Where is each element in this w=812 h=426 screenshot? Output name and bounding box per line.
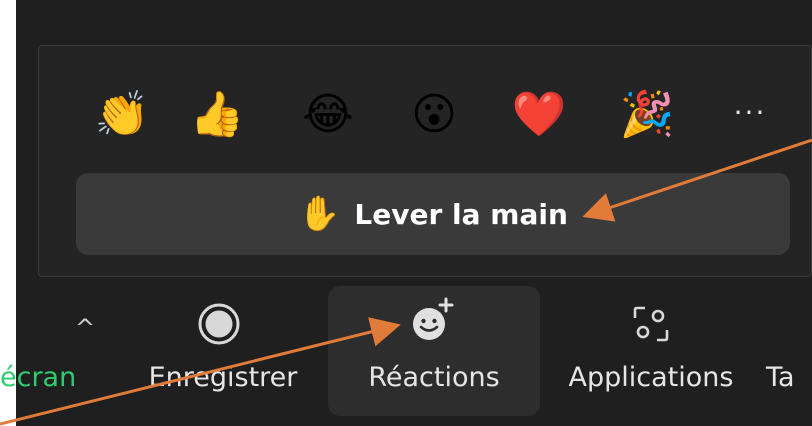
- clap-emoji-button[interactable]: 👏: [88, 80, 156, 148]
- raise-hand-label: Lever la main: [354, 197, 568, 231]
- record-icon: [198, 303, 240, 345]
- party-popper-emoji-button[interactable]: 🎉: [613, 80, 681, 148]
- open-mouth-emoji-button[interactable]: 😮: [400, 80, 468, 148]
- next-toolbar-label-partial[interactable]: Ta: [766, 362, 795, 393]
- raise-hand-button[interactable]: ✋ Lever la main: [76, 173, 790, 255]
- more-reactions-button[interactable]: ···: [728, 94, 772, 130]
- record-button[interactable]: Enregistrer: [140, 288, 306, 416]
- applications-label: Applications: [568, 362, 734, 393]
- tears-of-joy-emoji-button[interactable]: 😂: [294, 80, 362, 148]
- apps-icon: [633, 306, 669, 342]
- raised-hand-icon: ✋: [298, 194, 341, 234]
- heart-emoji-button[interactable]: ❤️: [505, 80, 573, 148]
- chevron-up-icon[interactable]: ^: [73, 316, 97, 340]
- thumbs-up-emoji-button[interactable]: 👍: [183, 80, 251, 148]
- share-screen-label[interactable]: écran: [0, 362, 76, 393]
- applications-button[interactable]: Applications: [556, 288, 746, 416]
- smiley-plus-icon: [413, 297, 454, 340]
- reactions-button[interactable]: Réactions: [328, 288, 540, 416]
- record-label: Enregistrer: [148, 362, 298, 393]
- reactions-label: Réactions: [368, 362, 500, 393]
